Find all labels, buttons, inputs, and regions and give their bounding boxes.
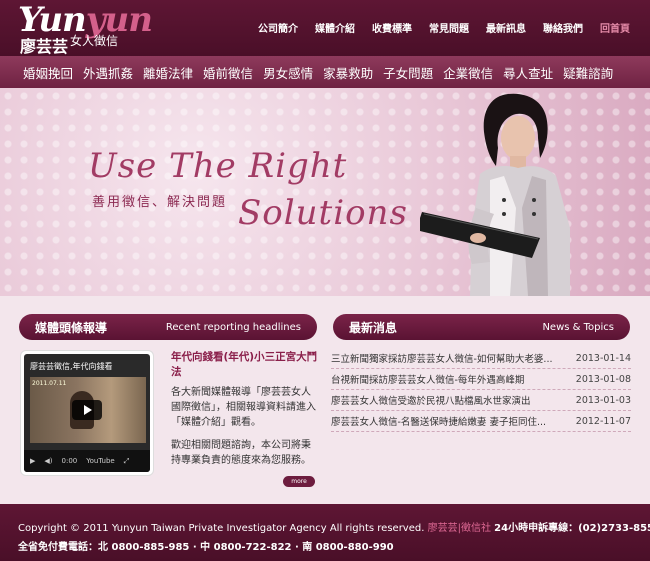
site-footer: Copyright © 2011 Yunyun Taiwan Private I… [0, 504, 650, 561]
top-nav: 公司簡介 媒體介紹 收費標準 常見問題 最新訊息 聯絡我們 回首頁 [241, 20, 630, 35]
cat-nav-item[interactable]: 子女問題 [383, 63, 433, 82]
news-list-item[interactable]: 廖芸芸女人徵信-名醫送保時捷給嫩妻 妻子拒同住... 2012-11-07 [331, 411, 631, 432]
cat-nav-item[interactable]: 男女感情 [263, 63, 313, 82]
cat-nav-item[interactable]: 離婚法律 [143, 63, 193, 82]
top-nav-media[interactable]: 媒體介紹 [315, 20, 355, 35]
volume-icon[interactable]: ◀) [44, 457, 52, 465]
news-title-en: News & Topics [542, 321, 614, 333]
cat-nav-item[interactable]: 尋人查址 [503, 63, 553, 82]
footer-brand: 廖芸芸|徵信社 [427, 523, 491, 534]
logo-cn: 廖芸芸 [20, 37, 69, 56]
video-player[interactable]: 廖芸芸徵信,年代向錢看 2011.07.11 ▶ ◀) 0:00 YouTube… [20, 350, 154, 476]
media-article: 年代向錢看(年代)小三正宮大鬥法 各大新聞媒體報導「廖芸芸女人國際徵信」，相關報… [171, 350, 318, 468]
top-nav-pricing[interactable]: 收費標準 [372, 20, 412, 35]
news-item-title[interactable]: 廖芸芸女人徵信-名醫送保時捷給嫩妻 妻子拒同住... [331, 414, 561, 428]
cat-nav-item[interactable]: 疑難諮詢 [563, 63, 613, 82]
more-button[interactable]: more [283, 476, 315, 487]
video-frame: 廖芸芸徵信,年代向錢看 2011.07.11 ▶ ◀) 0:00 YouTube… [24, 354, 150, 472]
play-control-icon[interactable]: ▶ [30, 457, 35, 465]
video-controls: ▶ ◀) 0:00 YouTube ⤢ [24, 450, 150, 472]
news-list-item[interactable]: 廖芸芸女人徵信受邀於民視八點檔風水世家演出 2013-01-03 [331, 390, 631, 411]
news-item-title[interactable]: 台視新聞採訪廖芸芸女人徵信-每年外遇高峰期 [331, 372, 561, 386]
top-nav-about[interactable]: 公司簡介 [258, 20, 298, 35]
footer-line-1: Copyright © 2011 Yunyun Taiwan Private I… [18, 519, 650, 534]
news-list: 三立新聞獨家採訪廖芸芸女人徵信-如何幫助大老婆... 2013-01-14 台視… [331, 348, 631, 432]
video-title[interactable]: 廖芸芸徵信,年代向錢看 [30, 361, 120, 372]
fullscreen-icon[interactable]: ⤢ [124, 457, 130, 466]
media-title-cn: 媒體頭條報導 [35, 320, 108, 335]
logo-subtitle: 女人徵信 [70, 34, 119, 48]
cat-nav-item[interactable]: 外遇抓姦 [83, 63, 133, 82]
youtube-logo[interactable]: YouTube [86, 457, 114, 465]
banner-headline-2: Solutions [238, 193, 408, 233]
site-header: Yunyun 廖芸芸 女人徵信 公司簡介 媒體介紹 收費標準 常見問題 最新訊息… [0, 0, 650, 56]
news-item-date: 2013-01-03 [575, 394, 631, 406]
news-list-item[interactable]: 三立新聞獨家採訪廖芸芸女人徵信-如何幫助大老婆... 2013-01-14 [331, 348, 631, 369]
cat-nav-item[interactable]: 家暴救助 [323, 63, 373, 82]
category-nav: 婚姻挽回 外遇抓姦 離婚法律 婚前徵信 男女感情 家暴救助 子女問題 企業徵信 … [0, 56, 650, 88]
banner-woman-image [420, 93, 570, 296]
media-body-1: 各大新聞媒體報導「廖芸芸女人國際徵信」，相關報導資料請進入「媒體介紹」觀看。 [171, 387, 316, 428]
media-title-en: Recent reporting headlines [165, 321, 301, 333]
top-nav-contact[interactable]: 聯絡我們 [543, 20, 583, 35]
news-title-cn: 最新消息 [349, 320, 398, 335]
top-nav-home[interactable]: 回首頁 [600, 20, 630, 35]
top-nav-faq[interactable]: 常見問題 [429, 20, 469, 35]
news-item-title[interactable]: 三立新聞獨家採訪廖芸芸女人徵信-如何幫助大老婆... [331, 351, 561, 365]
footer-phones: 全省免付費電話：北 0800-885-985 · 中 0800-722-822 … [18, 542, 394, 553]
media-headline[interactable]: 年代向錢看(年代)小三正宮大鬥法 [171, 350, 318, 380]
top-nav-news[interactable]: 最新訊息 [486, 20, 526, 35]
hero-banner: Use The Right 善用徵信、解決問題 Solutions [0, 88, 650, 296]
media-section-header: 媒體頭條報導 Recent reporting headlines [19, 314, 317, 340]
cat-nav-item[interactable]: 婚前徵信 [203, 63, 253, 82]
banner-headline-1: Use The Right [88, 146, 348, 186]
news-list-item[interactable]: 台視新聞採訪廖芸芸女人徵信-每年外遇高峰期 2013-01-08 [331, 369, 631, 390]
news-item-date: 2013-01-14 [575, 352, 631, 364]
news-item-date: 2013-01-08 [575, 373, 631, 385]
video-time: 0:00 [61, 457, 78, 465]
footer-hotline: 24小時申訴專線：(02)2733-8551 [494, 523, 650, 534]
video-caption: 2011.07.11 [32, 380, 67, 387]
news-item-date: 2012-11-07 [575, 415, 631, 427]
play-icon[interactable] [72, 400, 102, 420]
banner-tagline: 善用徵信、解決問題 [92, 195, 228, 210]
media-body-2: 歡迎相關問題諮詢，本公司將秉持專業負責的態度來為您服務。 [171, 440, 311, 466]
cat-nav-item[interactable]: 婚姻挽回 [23, 63, 73, 82]
news-item-title[interactable]: 廖芸芸女人徵信受邀於民視八點檔風水世家演出 [331, 393, 561, 407]
news-section-header: 最新消息 News & Topics [333, 314, 630, 340]
cat-nav-item[interactable]: 企業徵信 [443, 63, 493, 82]
footer-copyright: Copyright © 2011 Yunyun Taiwan Private I… [18, 523, 425, 534]
site-logo[interactable]: Yunyun 廖芸芸 女人徵信 [18, 0, 168, 56]
